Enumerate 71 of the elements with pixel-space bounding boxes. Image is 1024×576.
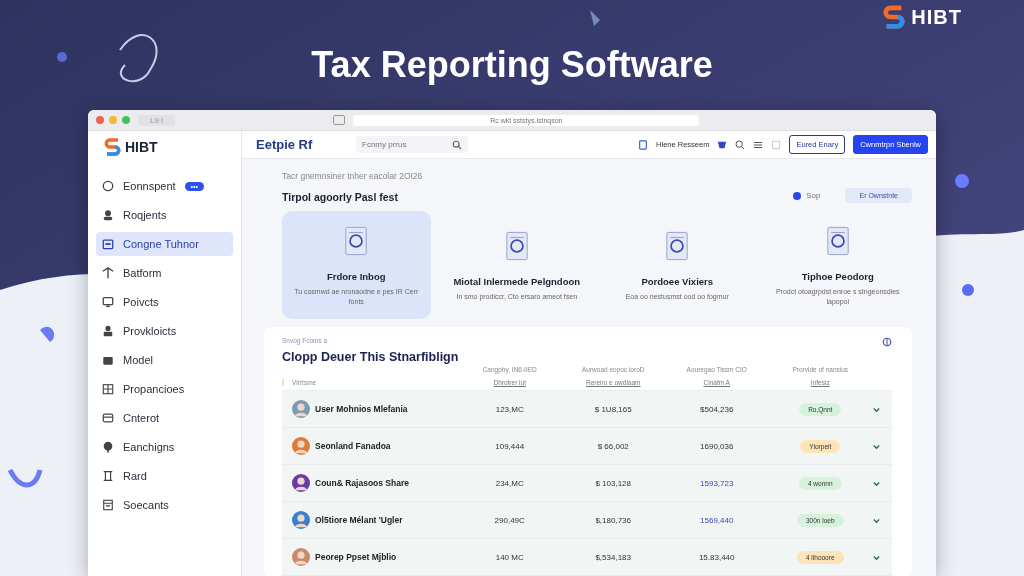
sidebar-item[interactable]: Model [96,348,233,372]
avatar [292,474,310,492]
card-icon [102,412,114,424]
menu-icon[interactable] [753,139,764,150]
table-cell-text: 1569,440 [699,515,735,525]
document-icon [638,139,649,150]
sidebar-item[interactable]: Rard [96,464,233,488]
table-cell-text: $ 1U8,165 [593,404,633,414]
table-cell-text: 290,49C [493,515,526,525]
close-icon[interactable] [96,116,104,124]
sidebar-item[interactable]: Eanchigns [96,435,233,459]
table-cell-text: 234,MC [494,478,525,488]
sidebar-item[interactable]: Poivcts [96,290,233,314]
search-icon[interactable] [735,139,746,150]
avatar [292,400,310,418]
card-title: Miotal Inlermede Pelgndoon [453,275,581,287]
sidebar-item[interactable]: Provkloicts [96,319,233,343]
search-field[interactable]: Fcnmy prrus [356,136,468,153]
table-cell: Peorep Ppset Mjblio [315,552,397,562]
page-title: Eetpie Rf [256,137,314,152]
table-cell-text: $,534,183 [594,552,632,562]
table-cell-text: 140 MC [494,552,525,562]
brand-name: HIBT [911,5,962,29]
table-cell-text: $ 103,128 [594,478,632,488]
table-cell: Coun& Rajasoos Share [315,478,409,488]
grid-icon [102,383,114,395]
logo-icon [883,5,906,29]
doc-icon [102,499,114,511]
monitor-icon [102,296,114,308]
person-icon [102,325,114,337]
table-cell-text: $504,236 [699,404,735,414]
sidebar-item[interactable]: Soecants [96,493,233,517]
table-cell-text: 109,444 [494,441,526,451]
table-cell-text: 1690,036 [699,441,735,451]
circle-icon [102,180,114,192]
banner-title: Tax Reporting Software [311,44,713,86]
toggle-dot[interactable] [793,191,802,200]
card-title: Frdore Inbog [326,271,386,283]
sidebar-item[interactable]: Congne Tuhnor [96,232,233,256]
sidebar-item[interactable]: Cnterot [96,406,233,430]
sidebar-item[interactable]: Roqjents [96,203,233,227]
logo-icon [104,138,121,156]
section-heading: Tirpol agoorly Pasl fest [282,191,399,203]
table-cell-text: $,180,736 [594,515,632,525]
glow-dot [962,284,974,296]
table-cell: User Mohnios Mlefania [315,404,408,414]
table-cell-text: $ 66,002 [596,441,630,451]
table-cell: Seonland Fanadoa [315,441,391,451]
toggle-label: Sop [806,191,821,200]
swirl-icon [119,34,158,83]
glow-dot [57,52,67,62]
cart-icon[interactable] [717,139,728,150]
case-icon [102,354,114,366]
glow-dot [955,174,969,188]
card-title: Tiphoe Peodorg [801,271,874,283]
table-cell-text: 1593,723 [699,478,735,488]
table-cell-text: 123,MC [494,404,525,414]
avatar [292,511,310,529]
table-title: Clopp Deuer This Stnarfiblign [282,350,459,364]
table-cell-text: 15.83,440 [697,552,736,562]
avatar [292,548,310,566]
page-icon [333,115,346,125]
subtitle: Tacr gnemnsiner tnher eacolar 2OI26 [282,171,423,181]
sidebar-item[interactable]: Batform [96,261,233,285]
search-icon [452,139,462,150]
brand-name: HIBT [125,139,158,155]
curve-icon [7,468,43,488]
table-cell: Ol5tiore Mélant 'Ugler [315,515,403,525]
avatar [292,437,310,455]
card-title: Pordoee Vixiers [641,275,714,287]
sidebar-item[interactable]: Propancioes [96,377,233,401]
